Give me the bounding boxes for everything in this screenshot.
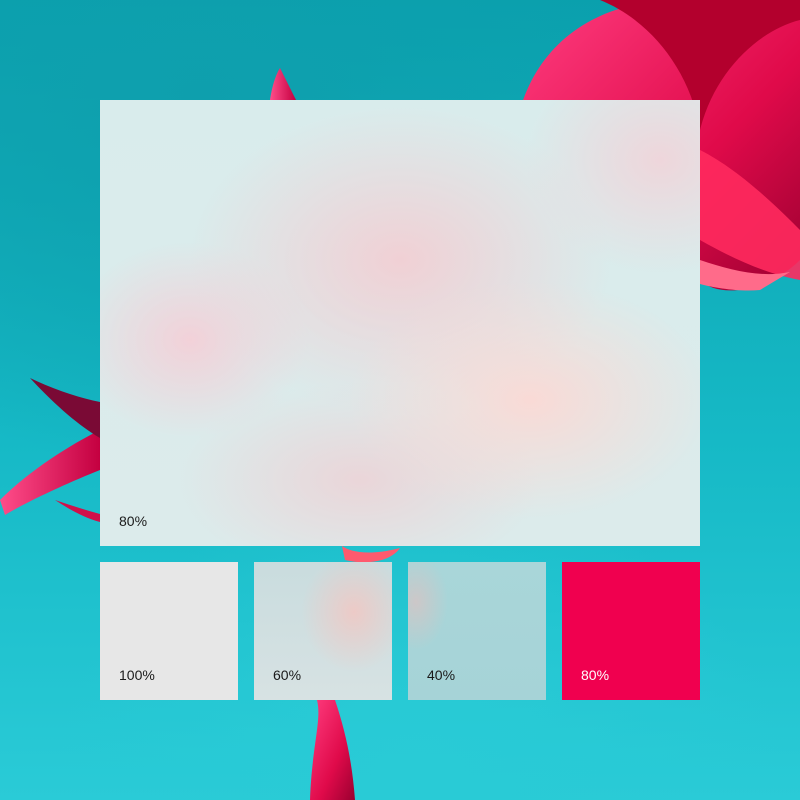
solid-swatch: 100% bbox=[100, 562, 238, 700]
acrylic-swatch-light: 40% bbox=[408, 562, 546, 700]
opacity-label: 100% bbox=[119, 667, 155, 683]
acrylic-swatch-medium: 60% bbox=[254, 562, 392, 700]
accent-swatch: 80% bbox=[562, 562, 700, 700]
acrylic-swatch-large: 80% bbox=[100, 100, 700, 546]
opacity-label: 80% bbox=[581, 667, 610, 683]
opacity-label: 40% bbox=[427, 667, 456, 683]
opacity-label: 60% bbox=[273, 667, 302, 683]
opacity-label: 80% bbox=[119, 513, 148, 529]
